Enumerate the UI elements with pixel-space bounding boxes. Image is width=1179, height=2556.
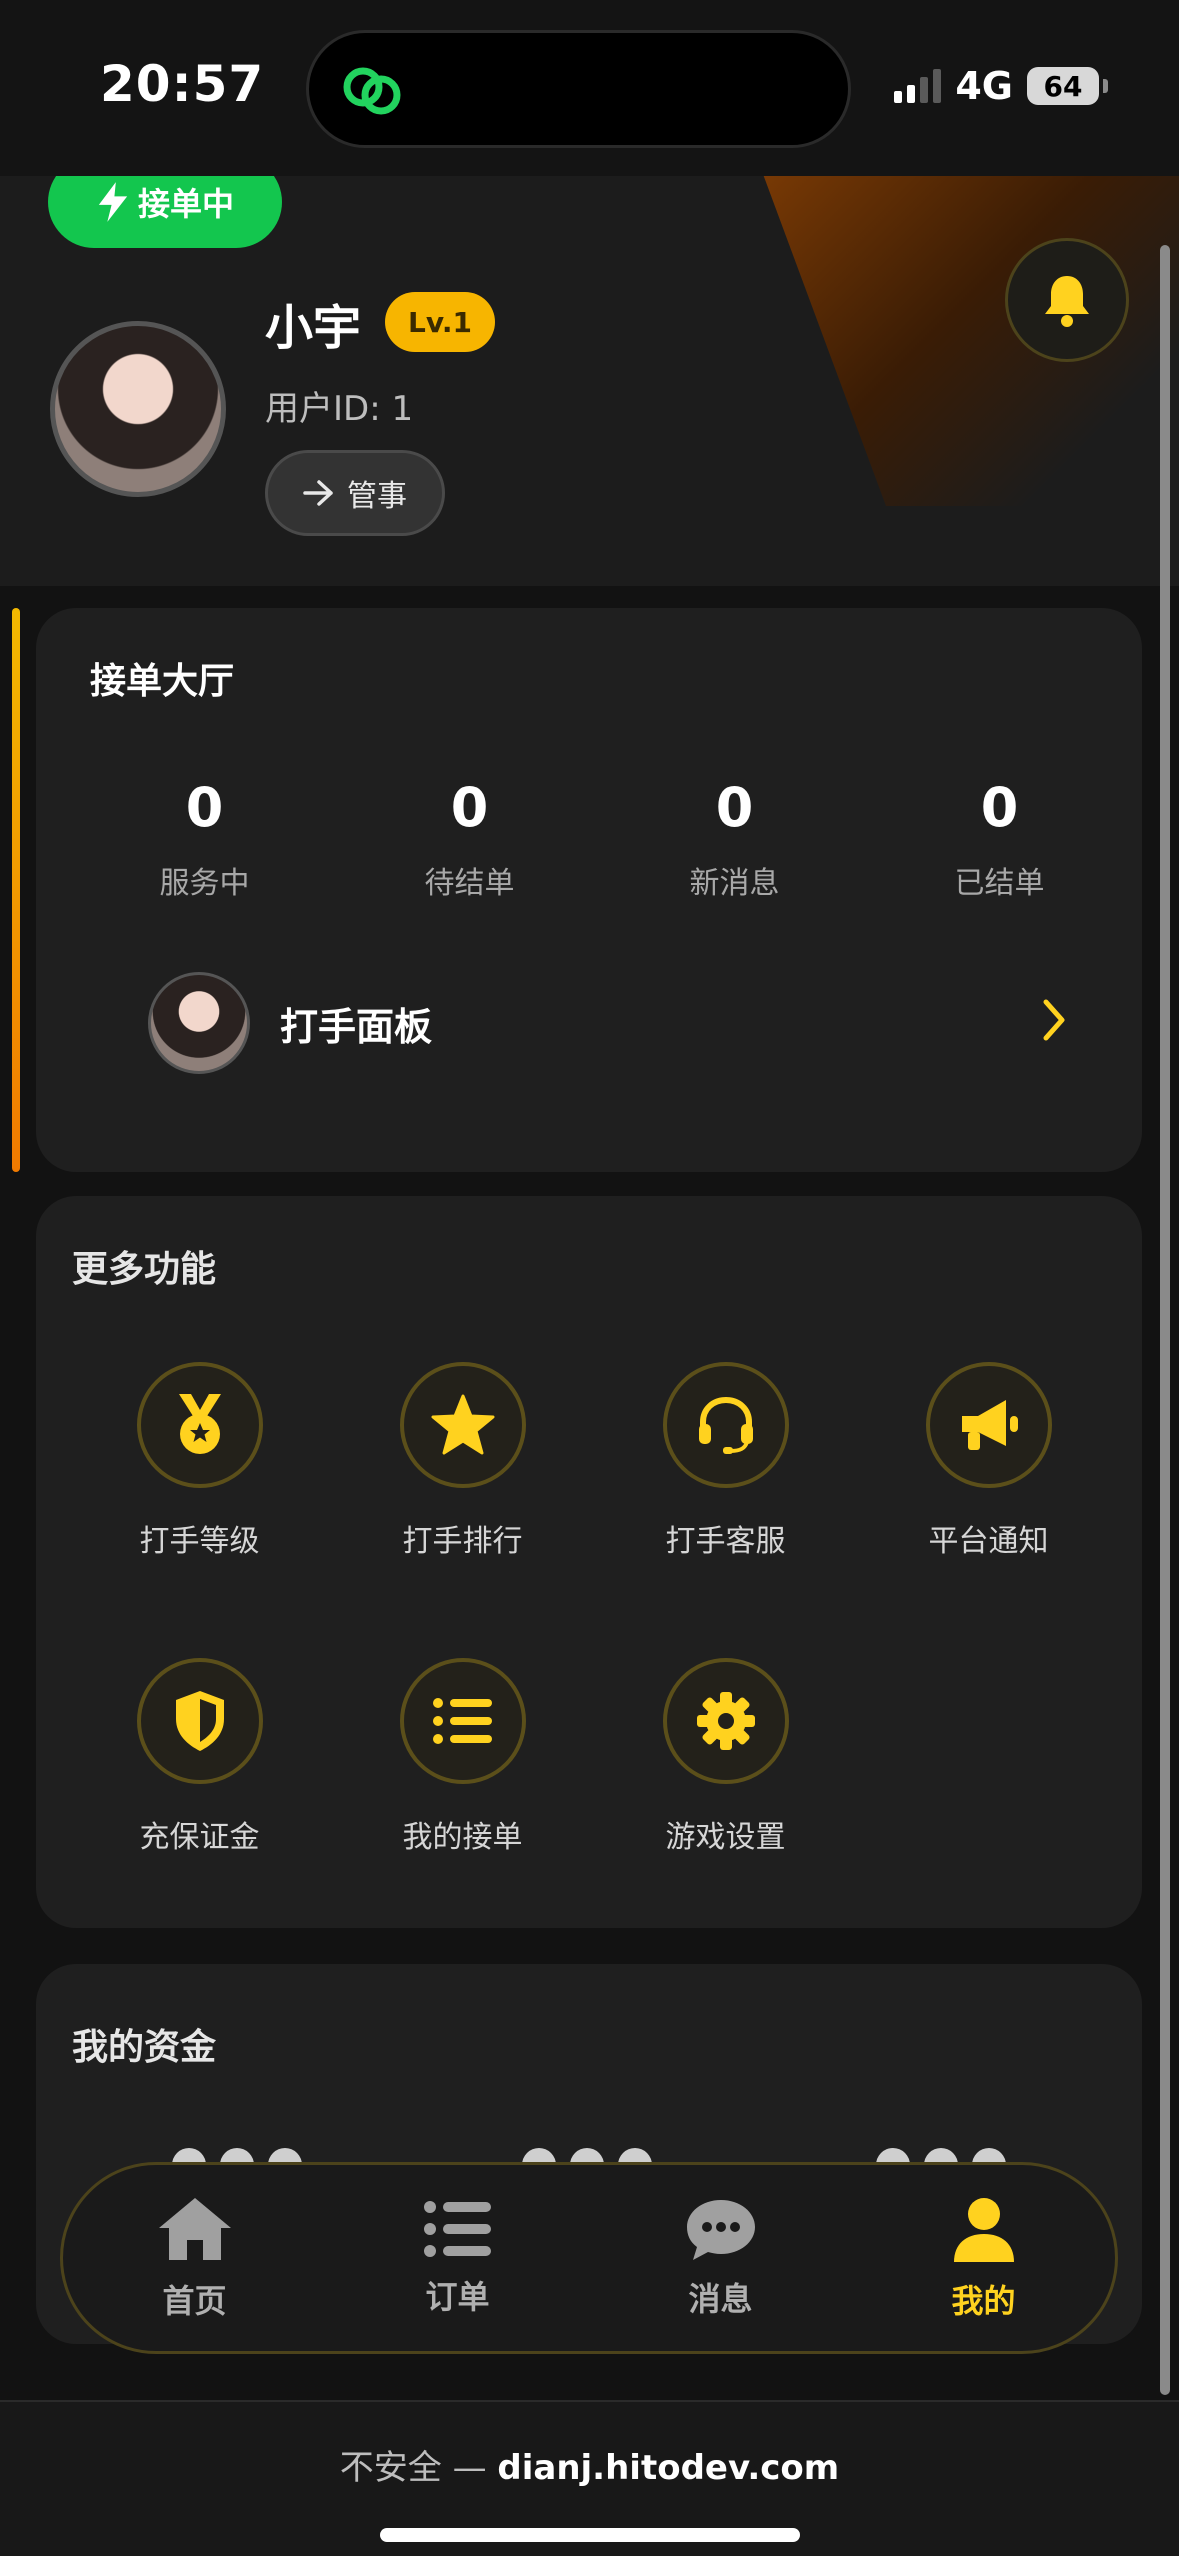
accepting-status-pill[interactable]: 接单中 <box>48 176 282 248</box>
status-bar: 20:57 4G 64 <box>0 0 1179 176</box>
profile-header: 接单中 小宇 Lv.1 用户ID: 1 管事 <box>0 176 1179 586</box>
tab-label: 首页 <box>162 2282 227 2320</box>
tab-orders[interactable]: 订单 <box>326 2198 589 2318</box>
features-grid: 打手等级 打手排行 打手客服 平台通知 充保证金 我的接单 游戏设置 <box>68 1362 1128 1856</box>
feature-label: 平台通知 <box>928 1524 1049 1559</box>
stat-label: 已结单 <box>954 866 1045 901</box>
header-decoration <box>760 176 1179 506</box>
tab-messages[interactable]: 消息 <box>589 2196 852 2320</box>
user-icon <box>953 2198 1014 2262</box>
url-text[interactable]: 不安全 — dianj.hitodev.com <box>0 2440 1179 2489</box>
avatar[interactable] <box>50 321 226 497</box>
chevron-right-icon <box>1043 999 1065 1041</box>
funds-title: 我的资金 <box>72 2027 217 2068</box>
arrow-right-icon <box>303 480 333 506</box>
tab-profile[interactable]: 我的 <box>852 2194 1115 2322</box>
more-features-card: 更多功能 打手等级 打手排行 打手客服 平台通知 充保证金 我的接单 游戏设置 <box>36 1196 1142 1928</box>
stat-label: 新消息 <box>689 866 780 901</box>
stat-new-messages[interactable]: 0 新消息 <box>602 776 867 902</box>
order-hall-title: 接单大厅 <box>90 661 235 702</box>
stat-pending[interactable]: 0 待结单 <box>337 776 602 902</box>
shield-icon <box>175 1691 224 1751</box>
star-icon <box>431 1394 494 1455</box>
stat-label: 待结单 <box>424 866 515 901</box>
link-app-icon <box>343 67 401 115</box>
user-name: 小宇 <box>265 300 362 356</box>
panel-avatar <box>148 972 250 1074</box>
not-secure-label: 不安全 — <box>339 2448 498 2488</box>
stat-completed[interactable]: 0 已结单 <box>867 776 1132 902</box>
home-indicator[interactable] <box>380 2528 800 2542</box>
hall-accent-bar <box>12 608 20 1172</box>
list-icon <box>423 2201 491 2257</box>
bottom-tab-bar: 首页 订单 消息 我的 <box>60 2162 1118 2354</box>
browser-address-bar[interactable]: 不安全 — dianj.hitodev.com <box>0 2400 1179 2556</box>
stat-value: 0 <box>715 776 754 839</box>
stat-value: 0 <box>980 776 1019 839</box>
status-right: 4G 64 <box>894 64 1108 108</box>
order-stats: 0 服务中 0 待结单 0 新消息 0 已结单 <box>72 776 1132 902</box>
feature-label: 我的接单 <box>402 1820 523 1855</box>
feature-label: 充保证金 <box>139 1820 260 1855</box>
feature-player-ranking[interactable]: 打手排行 <box>331 1362 594 1560</box>
tab-label: 消息 <box>688 2280 753 2318</box>
megaphone-icon <box>961 1400 1018 1450</box>
battery-level: 64 <box>1043 69 1083 103</box>
manage-label: 管事 <box>347 479 407 514</box>
status-time: 20:57 <box>100 55 265 113</box>
feature-player-support[interactable]: 打手客服 <box>594 1362 857 1560</box>
bell-icon <box>1045 276 1089 327</box>
list-icon <box>432 1698 492 1744</box>
feature-deposit[interactable]: 充保证金 <box>68 1658 331 1856</box>
gear-icon <box>696 1692 755 1750</box>
player-panel-link[interactable]: 打手面板 <box>148 968 1068 1078</box>
battery-icon: 64 <box>1027 67 1108 105</box>
order-hall-card: 接单大厅 0 服务中 0 待结单 0 新消息 0 已结单 打手面板 <box>36 608 1142 1172</box>
tab-label: 订单 <box>425 2278 490 2316</box>
headset-icon <box>698 1396 753 1454</box>
feature-player-level[interactable]: 打手等级 <box>68 1362 331 1560</box>
feature-label: 打手等级 <box>139 1524 260 1559</box>
stat-value: 0 <box>185 776 224 839</box>
url-host: dianj.hitodev.com <box>497 2448 840 2488</box>
scrollbar[interactable] <box>1160 245 1170 2395</box>
feature-platform-notice[interactable]: 平台通知 <box>857 1362 1120 1560</box>
tab-home[interactable]: 首页 <box>63 2194 326 2322</box>
tab-label: 我的 <box>951 2282 1016 2320</box>
feature-game-settings[interactable]: 游戏设置 <box>594 1658 857 1856</box>
stat-in-service[interactable]: 0 服务中 <box>72 776 337 902</box>
level-badge: Lv.1 <box>385 292 495 352</box>
stat-value: 0 <box>450 776 489 839</box>
more-features-title: 更多功能 <box>72 1249 217 1290</box>
signal-icon <box>894 69 942 103</box>
notification-button[interactable] <box>1005 238 1129 362</box>
stat-label: 服务中 <box>159 866 250 901</box>
feature-label: 打手排行 <box>402 1524 523 1559</box>
feature-label: 打手客服 <box>665 1524 786 1559</box>
medal-icon <box>178 1394 221 1454</box>
feature-label: 游戏设置 <box>665 1820 786 1855</box>
home-icon <box>158 2198 231 2260</box>
dynamic-island <box>306 30 851 148</box>
bolt-icon <box>98 182 128 222</box>
accepting-status-label: 接单中 <box>137 185 234 223</box>
user-id: 用户ID: 1 <box>265 389 414 429</box>
feature-my-orders[interactable]: 我的接单 <box>331 1658 594 1856</box>
chat-icon <box>686 2200 755 2260</box>
network-type: 4G <box>955 64 1013 108</box>
player-panel-label: 打手面板 <box>280 1004 433 1049</box>
manage-button[interactable]: 管事 <box>265 450 445 536</box>
